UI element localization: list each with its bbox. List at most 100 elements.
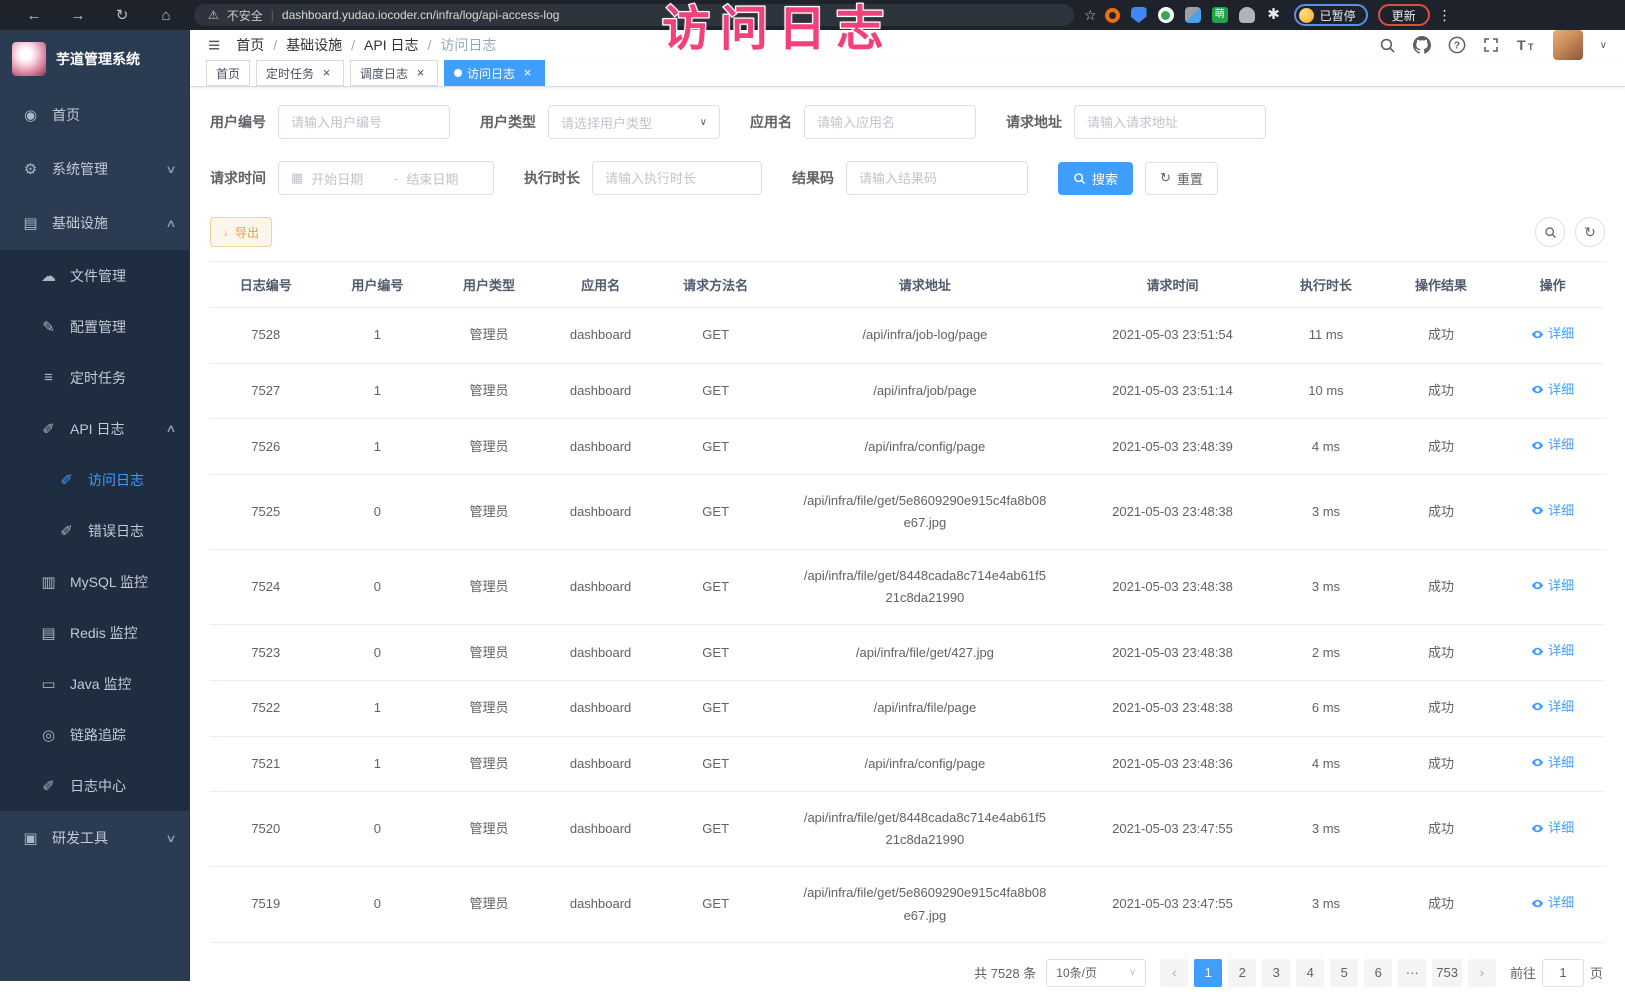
detail-link[interactable]: 详细 bbox=[1531, 892, 1574, 914]
refresh-icon: ↻ bbox=[1160, 170, 1171, 186]
browser-forward-icon[interactable]: → bbox=[56, 7, 100, 24]
header-search-icon[interactable] bbox=[1379, 37, 1396, 54]
detail-link[interactable]: 详细 bbox=[1531, 752, 1574, 774]
sidebar-item-infra[interactable]: ▤ 基础设施 ∧ bbox=[0, 196, 189, 250]
filter-row-1: 用户编号 用户类型 请选择用户类型 ∨ 应用名 请求地址 bbox=[210, 105, 1605, 139]
extension-shield-icon[interactable] bbox=[1131, 7, 1147, 23]
avatar-caret-icon[interactable]: ∨ bbox=[1600, 40, 1607, 51]
reset-button[interactable]: ↻ 重置 bbox=[1145, 162, 1218, 195]
user-id-input[interactable] bbox=[278, 105, 450, 139]
sidebar-item-log-center[interactable]: ✐ 日志中心 bbox=[0, 760, 189, 811]
detail-link[interactable]: 详细 bbox=[1531, 434, 1574, 456]
page-button[interactable]: 1 bbox=[1194, 959, 1222, 987]
bookmark-star-icon[interactable]: ☆ bbox=[1084, 7, 1097, 24]
breadcrumb-item[interactable]: 基础设施 bbox=[286, 35, 342, 55]
font-size-icon[interactable]: TT bbox=[1516, 37, 1536, 53]
date-range-picker[interactable]: ▦ 开始日期 - 结束日期 bbox=[278, 161, 494, 195]
more-pages-icon[interactable]: ··· bbox=[1398, 959, 1426, 987]
user-avatar[interactable] bbox=[1553, 30, 1583, 60]
user-type-select[interactable]: 请选择用户类型 ∨ bbox=[548, 105, 720, 139]
page-button[interactable]: 6 bbox=[1364, 959, 1392, 987]
active-dot-icon bbox=[454, 69, 462, 77]
duration-input[interactable] bbox=[592, 161, 762, 195]
detail-link[interactable]: 详细 bbox=[1531, 379, 1574, 401]
page-size-select[interactable]: 10条/页 ∨ bbox=[1046, 959, 1146, 987]
browser-update-button[interactable]: 更新 bbox=[1378, 4, 1430, 26]
tags-view-item[interactable]: 定时任务× bbox=[256, 60, 344, 86]
detail-link[interactable]: 详细 bbox=[1531, 640, 1574, 662]
cell-user-type: 管理员 bbox=[433, 419, 545, 475]
sidebar-item-redis-monitor[interactable]: ▤ Redis 监控 bbox=[0, 607, 189, 658]
detail-link[interactable]: 详细 bbox=[1531, 817, 1574, 839]
cell-user-type: 管理员 bbox=[433, 680, 545, 736]
app-name-input[interactable] bbox=[804, 105, 976, 139]
close-icon[interactable]: × bbox=[520, 66, 535, 81]
sidebar-item-api-log[interactable]: ✐ API 日志 ∧ bbox=[0, 403, 189, 454]
goto-page-input[interactable] bbox=[1542, 959, 1584, 987]
cell-actions: 详细 bbox=[1500, 363, 1605, 419]
breadcrumb-item[interactable]: API 日志 bbox=[364, 35, 418, 55]
page-button[interactable]: 3 bbox=[1262, 959, 1290, 987]
hamburger-icon[interactable]: ≡ bbox=[208, 35, 220, 56]
sidebar-item-file-manage[interactable]: ☁ 文件管理 bbox=[0, 250, 189, 301]
refresh-table-button[interactable]: ↻ bbox=[1575, 217, 1605, 247]
cell-request-url: /api/infra/file/get/8448cada8c714e4ab61f… bbox=[775, 550, 1075, 625]
page-content: 用户编号 用户类型 请选择用户类型 ∨ 应用名 请求地址 bbox=[190, 87, 1625, 1007]
sidebar-item-access-log[interactable]: ✐ 访问日志 bbox=[0, 454, 189, 505]
extension-cn-icon[interactable]: 萌 bbox=[1212, 7, 1228, 23]
cell-duration: 10 ms bbox=[1270, 363, 1382, 419]
redis-icon: ▤ bbox=[40, 624, 57, 642]
cell-app-name: dashboard bbox=[545, 867, 657, 942]
detail-link[interactable]: 详细 bbox=[1531, 323, 1574, 345]
request-url-input[interactable] bbox=[1074, 105, 1266, 139]
sidebar-item-devtool[interactable]: ▣ 研发工具 ∨ bbox=[0, 811, 189, 865]
close-icon[interactable]: × bbox=[413, 66, 428, 81]
fullscreen-icon[interactable] bbox=[1483, 37, 1499, 53]
extension-green-icon[interactable] bbox=[1158, 7, 1174, 23]
page-button[interactable]: 753 bbox=[1432, 959, 1462, 987]
prev-page-button[interactable]: ‹ bbox=[1160, 959, 1188, 987]
browser-menu-icon[interactable]: ⋮ bbox=[1438, 7, 1452, 24]
sidebar-item-home[interactable]: ◉ 首页 bbox=[0, 88, 189, 142]
sidebar-item-mysql-monitor[interactable]: ▥ MySQL 监控 bbox=[0, 556, 189, 607]
result-code-input[interactable] bbox=[846, 161, 1028, 195]
browser-home-icon[interactable]: ⌂ bbox=[144, 7, 188, 24]
browser-reload-icon[interactable]: ↻ bbox=[100, 6, 144, 24]
help-icon[interactable]: ? bbox=[1448, 36, 1466, 54]
detail-link[interactable]: 详细 bbox=[1531, 575, 1574, 597]
address-bar[interactable]: ⚠ 不安全 | dashboard.yudao.iocoder.cn/infra… bbox=[194, 4, 1074, 26]
page-button[interactable]: 5 bbox=[1330, 959, 1358, 987]
sidebar-item-label: 日志中心 bbox=[70, 776, 126, 796]
github-icon[interactable] bbox=[1413, 36, 1431, 54]
breadcrumb-item[interactable]: 首页 bbox=[236, 35, 264, 55]
paused-badge[interactable]: 已暂停 bbox=[1294, 4, 1368, 26]
app-logo-row[interactable]: 芋道管理系统 bbox=[0, 30, 189, 88]
extension-grid-icon[interactable] bbox=[1185, 7, 1201, 23]
sidebar-item-error-log[interactable]: ✐ 错误日志 bbox=[0, 505, 189, 556]
toggle-search-button[interactable] bbox=[1535, 217, 1565, 247]
export-button[interactable]: ↓ 导出 bbox=[210, 217, 272, 247]
sidebar-item-system[interactable]: ⚙ 系统管理 ∨ bbox=[0, 142, 189, 196]
sidebar-item-trace[interactable]: ◎ 链路追踪 bbox=[0, 709, 189, 760]
filter-row-2: 请求时间 ▦ 开始日期 - 结束日期 执行时长 结果码 bbox=[210, 161, 1605, 195]
edit-icon: ✎ bbox=[40, 318, 57, 336]
sidebar-item-java-monitor[interactable]: ▭ Java 监控 bbox=[0, 658, 189, 709]
cell-log-id: 7528 bbox=[210, 308, 322, 364]
tags-view-item[interactable]: 首页 bbox=[206, 60, 250, 86]
extension-ghost-icon[interactable] bbox=[1239, 7, 1255, 23]
search-button[interactable]: 搜索 bbox=[1058, 162, 1133, 195]
next-page-button[interactable]: › bbox=[1468, 959, 1496, 987]
cell-result: 成功 bbox=[1382, 419, 1501, 475]
tags-view-item[interactable]: 访问日志× bbox=[444, 60, 545, 86]
sidebar-item-config-manage[interactable]: ✎ 配置管理 bbox=[0, 301, 189, 352]
page-button[interactable]: 4 bbox=[1296, 959, 1324, 987]
extension-donut-icon[interactable] bbox=[1105, 8, 1120, 23]
browser-back-icon[interactable]: ← bbox=[12, 7, 56, 24]
sidebar-item-scheduled-job[interactable]: ≡ 定时任务 bbox=[0, 352, 189, 403]
tags-view-item[interactable]: 调度日志× bbox=[350, 60, 438, 86]
detail-link[interactable]: 详细 bbox=[1531, 500, 1574, 522]
detail-link[interactable]: 详细 bbox=[1531, 696, 1574, 718]
close-icon[interactable]: × bbox=[319, 66, 334, 81]
extensions-puzzle-icon[interactable]: ✱ bbox=[1266, 7, 1282, 23]
page-button[interactable]: 2 bbox=[1228, 959, 1256, 987]
